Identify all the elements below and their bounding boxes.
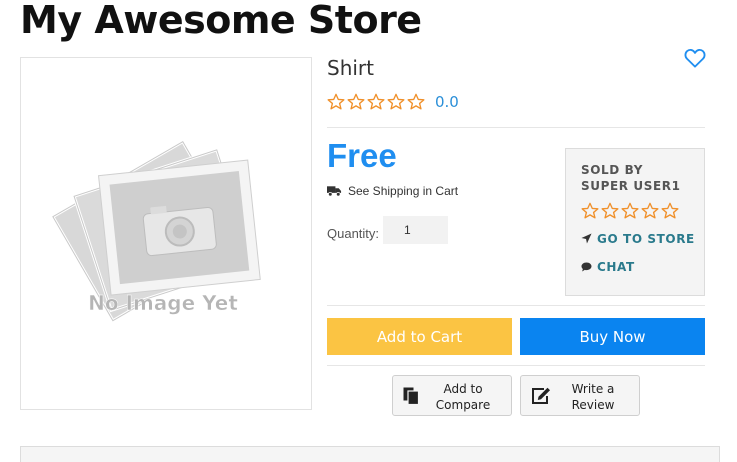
add-to-compare-label: Add to Compare <box>435 382 491 412</box>
chat-bubble-icon <box>581 261 592 272</box>
shipping-link[interactable]: See Shipping in Cart <box>327 184 458 198</box>
product-price: Free <box>327 137 397 174</box>
quantity-input[interactable] <box>383 216 448 244</box>
copy-files-icon <box>403 387 419 405</box>
divider <box>327 305 705 306</box>
star-outline-icon <box>367 93 385 110</box>
star-outline-icon <box>621 202 639 219</box>
go-to-store-label: GO TO STORE <box>597 231 695 246</box>
bottom-panel <box>20 446 720 462</box>
write-review-button[interactable]: Write a Review <box>520 375 640 416</box>
star-outline-icon <box>601 202 619 219</box>
divider <box>327 127 705 128</box>
no-image-placeholder-icon: No Image Yet <box>50 139 261 323</box>
go-to-store-link[interactable]: GO TO STORE <box>581 229 704 248</box>
star-outline-icon <box>641 202 659 219</box>
no-image-label: No Image Yet <box>88 291 238 315</box>
rating-value: 0.0 <box>435 93 459 111</box>
star-outline-icon <box>407 93 425 110</box>
seller-rating <box>581 202 704 220</box>
heart-outline-icon[interactable] <box>684 48 706 68</box>
add-to-cart-button[interactable]: Add to Cart <box>327 318 512 355</box>
star-outline-icon <box>347 93 365 110</box>
product-image[interactable]: No Image Yet <box>20 57 312 410</box>
star-outline-icon <box>387 93 405 110</box>
divider <box>327 365 705 366</box>
edit-icon <box>532 387 550 404</box>
truck-icon <box>327 186 342 197</box>
star-outline-icon <box>661 202 679 219</box>
sold-by-label: SOLD BY <box>581 163 644 177</box>
location-arrow-icon <box>581 233 592 244</box>
add-to-compare-button[interactable]: Add to Compare <box>392 375 512 416</box>
shipping-link-label: See Shipping in Cart <box>348 184 459 198</box>
store-title: My Awesome Store <box>20 0 422 42</box>
product-name: Shirt <box>327 56 374 80</box>
seller-panel: SOLD BY SUPER USER1 GO TO STORE CHAT <box>565 148 705 296</box>
write-review-label: Write a Review <box>571 382 615 412</box>
buy-now-button[interactable]: Buy Now <box>520 318 705 355</box>
star-outline-icon <box>327 93 345 110</box>
quantity-label: Quantity: <box>327 226 380 241</box>
seller-name: SUPER USER1 <box>581 179 681 193</box>
product-rating: 0.0 <box>327 93 459 111</box>
star-outline-icon <box>581 202 599 219</box>
chat-label: CHAT <box>597 259 635 274</box>
chat-link[interactable]: CHAT <box>581 257 704 276</box>
